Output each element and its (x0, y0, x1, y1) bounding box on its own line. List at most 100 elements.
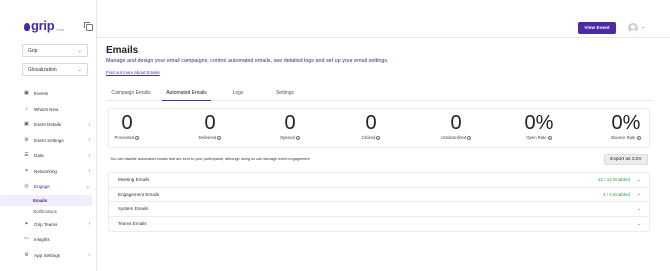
sidebar-item-label: Grip Teams (34, 221, 58, 227)
chart-icon: 〰 (24, 236, 30, 243)
sidebar-subitem-notifications[interactable]: Notifications (0, 206, 96, 217)
stat-label: Delivered (198, 135, 217, 140)
enabled-badge: 12 / 12 Enabled (597, 177, 630, 183)
info-icon[interactable]: i (636, 135, 641, 140)
sidebar-item-networking[interactable]: ⚭ Networking › (0, 164, 96, 180)
stat-clicked: 0 Clicked i (336, 113, 406, 140)
event-select-value: Grip (28, 48, 38, 54)
sidebar-item-engage[interactable]: ◎ Engage ⌄ (0, 179, 96, 195)
sidebar-item-data[interactable]: ☰ Data › (0, 148, 96, 164)
community-select[interactable]: Glocalization ⌄ (22, 63, 88, 76)
stat-value: 0 (365, 112, 377, 134)
info-icon[interactable]: i (135, 135, 140, 140)
stat-value: 0 (450, 112, 462, 134)
email-group-engagement[interactable]: Engagement Emails 4 / 4 Enabled ⌄ (109, 188, 649, 202)
group-label: Engagement Emails (118, 191, 160, 197)
stat-processed: 0 Processed i (92, 113, 162, 140)
tab-settings[interactable]: Settings (272, 87, 298, 101)
stat-open-rate: 0% Open Rate i (504, 113, 574, 140)
tab-logs[interactable]: Logs (228, 87, 248, 101)
chevron-right-icon: › (88, 168, 90, 175)
stat-bounce-rate: 0% Bounce Rate i (591, 113, 661, 140)
sidebar-subitem-label: Emails (33, 197, 48, 203)
chevron-right-icon: › (88, 252, 90, 259)
gear-icon: ⚙ (24, 136, 29, 143)
sidebar-item-grip-teams[interactable]: ✦ Grip Teams › (0, 217, 96, 233)
sidebar-item-event-settings[interactable]: ⚙ Event Settings › (0, 133, 96, 149)
chevron-down-icon[interactable]: ⌄ (637, 206, 641, 212)
stats-panel: 0 Processed i 0 Delivered i 0 Opened i 0… (108, 108, 650, 148)
sidebar-nav: ▣ Events ♪ What's New ▣ Event Details › … (0, 86, 96, 263)
info-icon[interactable]: i (467, 135, 472, 140)
stat-value: 0 (284, 112, 296, 134)
email-group-teams[interactable]: Teams Emails ⌄ (109, 217, 649, 232)
sidebar-item-label: Event Details (34, 122, 62, 128)
avatar[interactable] (628, 23, 638, 33)
sidebar-item-app-settings[interactable]: ⚙ App Settings › (0, 248, 96, 264)
event-select[interactable]: Grip ⌄ (22, 44, 88, 57)
chevron-down-icon[interactable]: ⌄ (641, 24, 645, 30)
copy-icon[interactable] (84, 22, 93, 31)
stat-value: 0 (121, 112, 133, 134)
email-group-system[interactable]: System Emails ⌄ (109, 202, 649, 217)
sidebar-subitem-label: Notifications (33, 208, 57, 214)
stat-label: Unsubscribed (440, 135, 467, 140)
learn-more-link[interactable]: Find out more about Emails (106, 70, 160, 75)
email-groups: Meeting Emails 12 / 12 Enabled ⌄ Engagem… (108, 172, 650, 232)
stat-label: Open Rate (526, 135, 547, 140)
sidebar-item-label: App Settings (34, 252, 61, 258)
view-event-button[interactable]: View Event (578, 22, 616, 34)
sidebar-item-label: What's New (34, 106, 59, 112)
chevron-down-icon: ⌄ (77, 48, 82, 54)
stat-value: 0 (204, 112, 216, 134)
database-icon: ☰ (24, 152, 29, 159)
chevron-down-icon[interactable]: ⌄ (637, 177, 641, 183)
sidebar-item-whats-new[interactable]: ♪ What's New (0, 102, 96, 118)
stat-label: Bounce Rate (611, 135, 636, 140)
gear-icon: ⚙ (24, 251, 29, 258)
stat-label: Processed (114, 135, 135, 140)
chevron-right-icon: › (88, 137, 90, 144)
network-icon: ⚭ (24, 167, 29, 174)
chevron-right-icon: › (88, 221, 90, 228)
topbar: View Event ⌄ (97, 0, 670, 38)
sidebar-item-label: Event Settings (34, 137, 64, 143)
page-description: Manage and design your email campaigns, … (106, 58, 389, 64)
group-label: Meeting Emails (118, 177, 150, 183)
tab-automated-emails[interactable]: Automated Emails (162, 87, 211, 101)
grip-logo[interactable]: grip beta (24, 18, 64, 33)
sidebar-item-events[interactable]: ▣ Events (0, 86, 96, 102)
logo-sub: beta (56, 27, 65, 32)
sidebar-item-label: Engage (34, 184, 50, 190)
info-icon[interactable]: i (217, 135, 222, 140)
email-group-meeting[interactable]: Meeting Emails 12 / 12 Enabled ⌄ (109, 173, 649, 188)
export-csv-button[interactable]: Export as CSV (604, 154, 648, 165)
sidebar-item-insights[interactable]: 〰 Insights (0, 232, 96, 248)
info-icon[interactable]: i (296, 135, 301, 140)
chevron-down-icon[interactable]: ⌄ (637, 191, 641, 197)
bell-icon: ♪ (25, 105, 28, 112)
team-icon: ✦ (24, 220, 29, 227)
stat-label: Opened (279, 135, 295, 140)
chevron-down-icon: ⌄ (85, 183, 90, 190)
group-label: System Emails (118, 206, 149, 212)
sidebar-subitem-emails[interactable]: Emails (0, 194, 92, 206)
chevron-down-icon: ⌄ (77, 67, 82, 73)
main-content: Emails Manage and design your email camp… (97, 38, 670, 271)
info-icon[interactable]: i (376, 135, 381, 140)
tab-campaign-emails[interactable]: Campaign Emails (109, 87, 153, 101)
tab-bar: Campaign Emails Automated Emails Logs Se… (106, 87, 652, 101)
sidebar: grip beta Grip ⌄ Glocalization ⌄ ▣ Event… (0, 0, 97, 271)
sidebar-item-event-details[interactable]: ▣ Event Details › (0, 117, 96, 133)
megaphone-icon: ◎ (24, 183, 29, 190)
sidebar-item-label: Data (34, 153, 44, 159)
enabled-badge: 4 / 4 Enabled (602, 191, 630, 197)
calendar-icon: ▣ (24, 121, 29, 128)
logo-text: grip (31, 18, 55, 33)
chevron-down-icon[interactable]: ⌄ (637, 221, 641, 227)
group-label: Teams Emails (118, 221, 147, 227)
logo-mark-icon (24, 23, 30, 31)
info-icon[interactable]: i (547, 135, 552, 140)
sidebar-item-label: Events (34, 91, 49, 97)
stat-delivered: 0 Delivered i (175, 113, 245, 140)
